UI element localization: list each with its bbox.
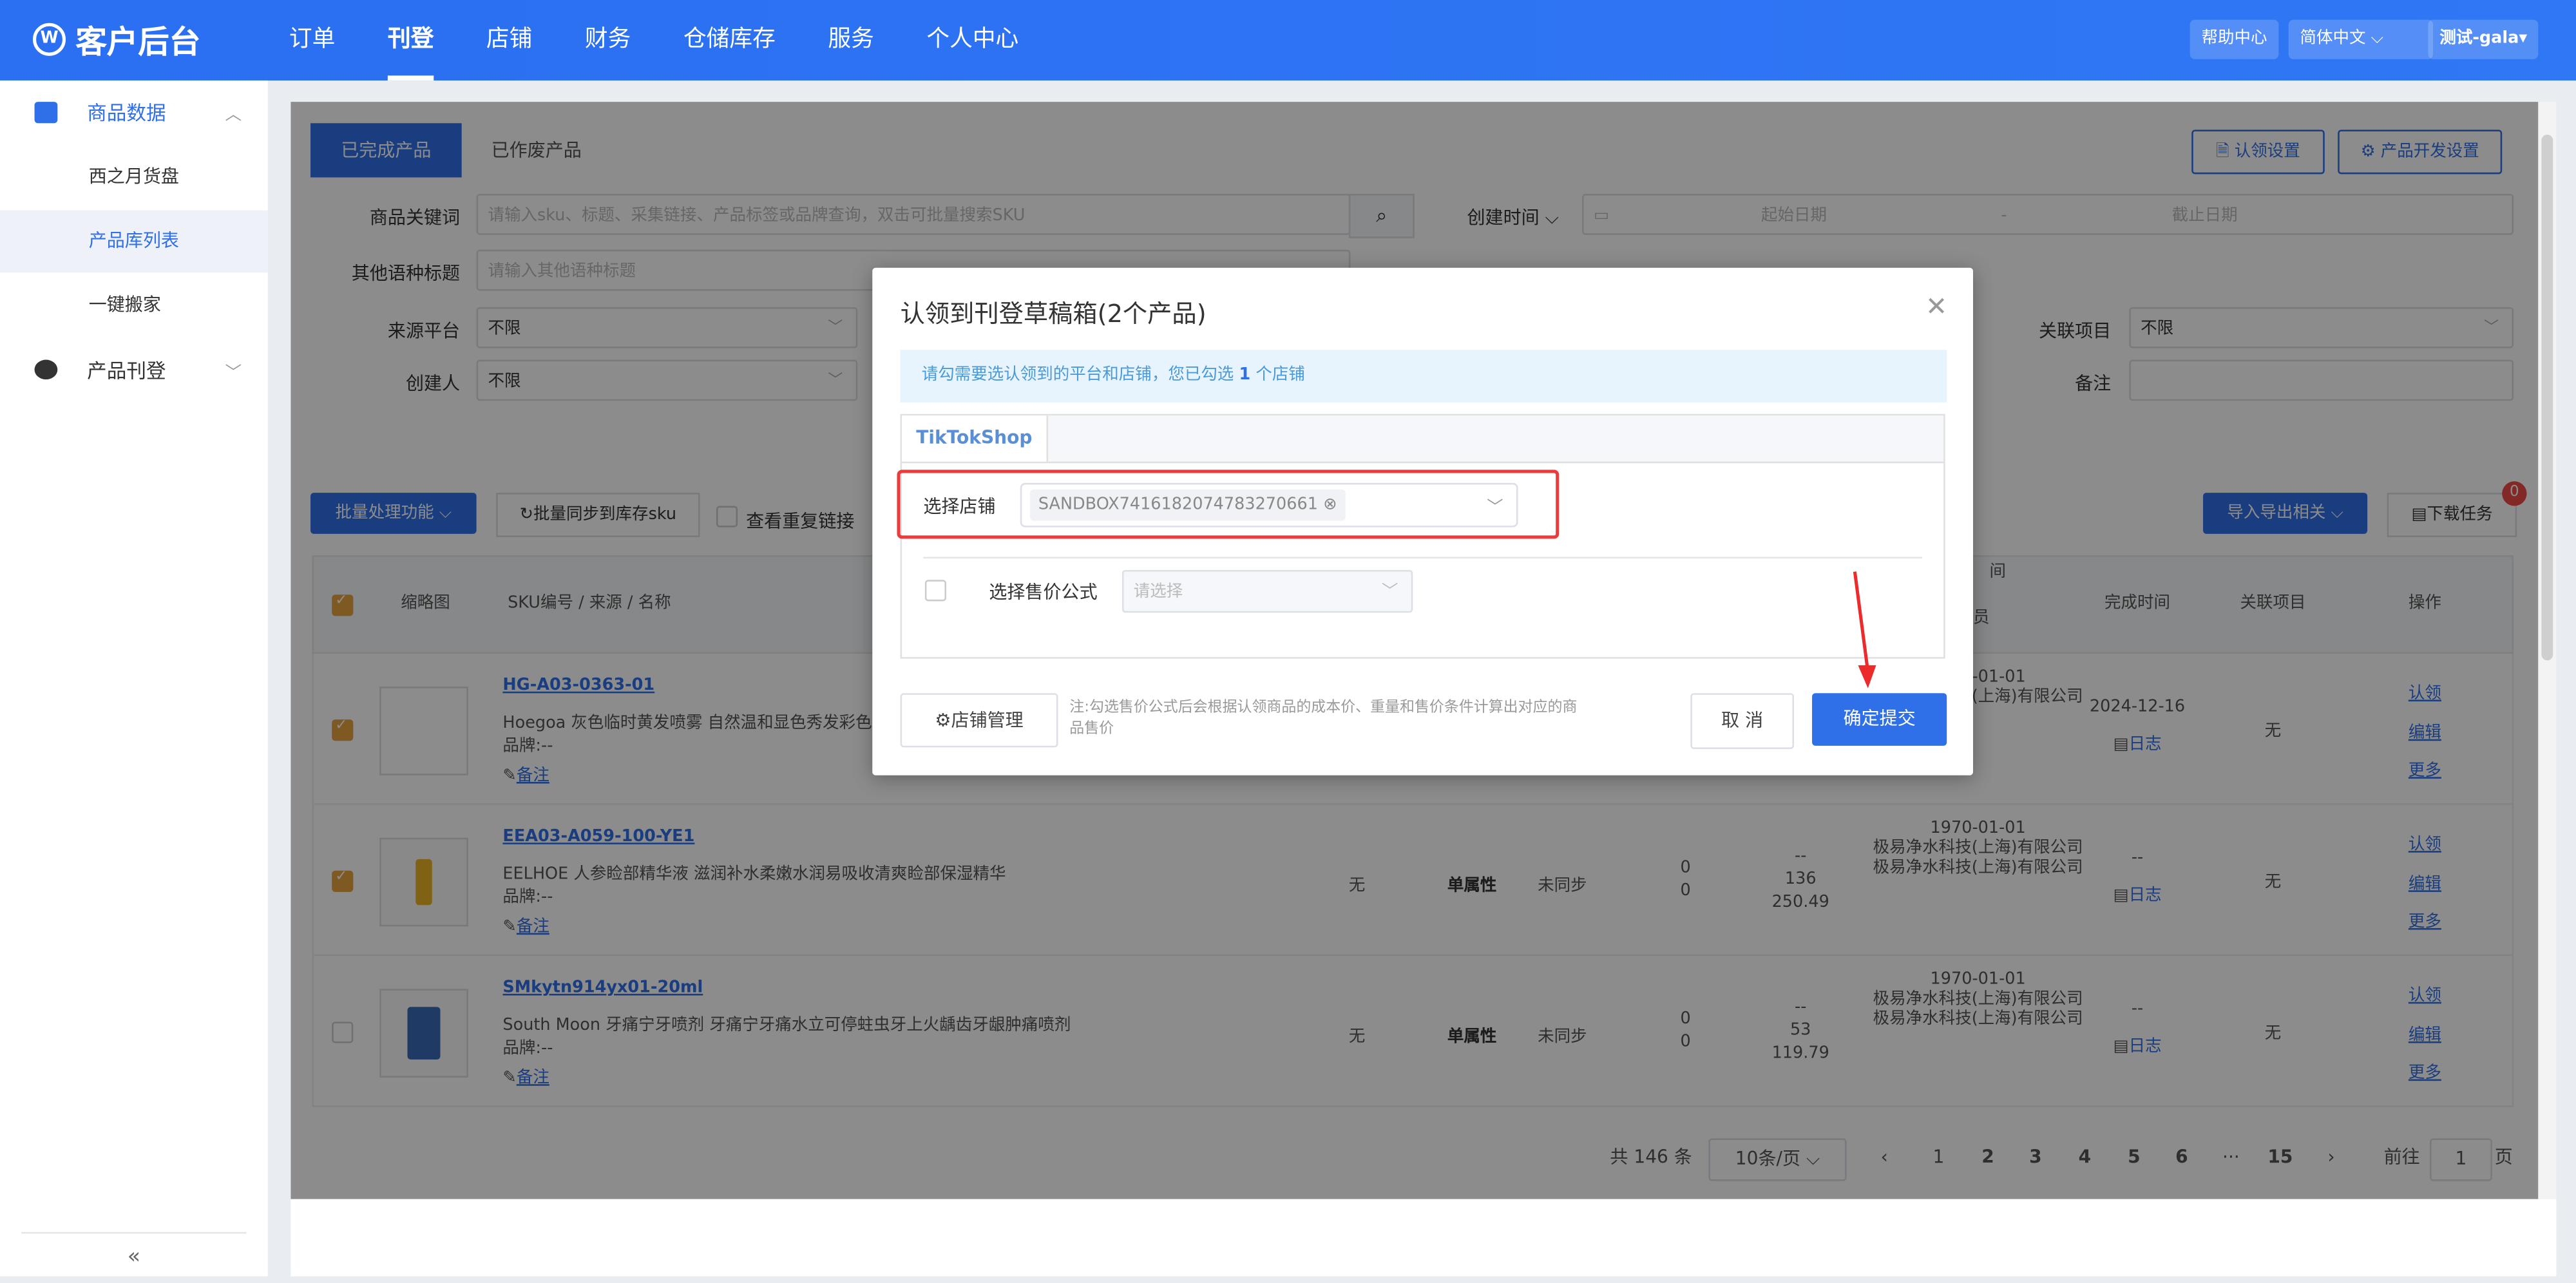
nav-profile[interactable]: 个人中心 bbox=[901, 0, 1045, 81]
language-select[interactable]: 简体中文 ⌵ bbox=[2288, 19, 2434, 59]
nav-orders[interactable]: 订单 bbox=[263, 0, 361, 81]
nav-warehouse[interactable]: 仓储库存 bbox=[657, 0, 801, 81]
close-icon[interactable]: ✕ bbox=[1925, 290, 1947, 321]
chevron-up-icon: ︿ bbox=[225, 106, 242, 124]
cancel-button[interactable]: 取 消 bbox=[1690, 693, 1795, 749]
sidebar-group-label: 商品数据 bbox=[87, 100, 166, 124]
dialog-title: 认领到刊登草稿箱(2个产品) bbox=[900, 299, 1207, 329]
tip-text-1: 请勾需要选认领到的平台和店铺，您已勾选 bbox=[921, 366, 1234, 385]
platform-tabbar bbox=[902, 415, 1944, 464]
panel-divider bbox=[923, 556, 1922, 559]
tag-close-icon[interactable]: ⊗ bbox=[1323, 496, 1337, 514]
claim-dialog: 认领到刊登草稿箱(2个产品) ✕ 请勾需要选认领到的平台和店铺，您已勾选 1 个… bbox=[872, 267, 1974, 775]
chevron-down-icon: ﹀ bbox=[1381, 583, 1398, 602]
chevron-down-icon: ﹀ bbox=[225, 363, 242, 382]
sidebar-group-product-listing[interactable]: 产品刊登 ﹀ bbox=[0, 338, 268, 401]
sidebar-item-one-click-move[interactable]: 一键搬家 bbox=[0, 274, 268, 337]
tab-tiktokshop[interactable]: TikTokShop bbox=[902, 415, 1049, 462]
chart-icon bbox=[34, 100, 58, 123]
language-value: 简体中文 bbox=[2300, 29, 2366, 48]
formula-checkbox[interactable] bbox=[924, 580, 947, 602]
user-name: 测试-gala bbox=[2439, 29, 2519, 48]
scrollbar-thumb[interactable] bbox=[2541, 135, 2553, 661]
graduation-cap-icon bbox=[34, 359, 58, 380]
help-center-button[interactable]: 帮助中心 bbox=[2190, 19, 2279, 59]
gear-icon: ⚙ bbox=[935, 709, 951, 731]
sidebar-item-product-library[interactable]: 产品库列表 bbox=[0, 210, 268, 273]
shop-manage-button[interactable]: ⚙店铺管理 bbox=[900, 693, 1058, 748]
nav-service[interactable]: 服务 bbox=[802, 0, 901, 81]
tip-text-2: 个店铺 bbox=[1255, 366, 1305, 385]
nav-stores[interactable]: 店铺 bbox=[460, 0, 558, 81]
dialog-tip: 请勾需要选认领到的平台和店铺，您已勾选 1 个店铺 bbox=[900, 350, 1947, 403]
top-nav-bar: W 客户后台 订单 刊登 店铺 财务 仓储库存 服务 个人中心 帮助中心 简体中… bbox=[0, 0, 2576, 81]
shop-manage-label: 店铺管理 bbox=[951, 709, 1024, 731]
formula-placeholder: 请选择 bbox=[1133, 583, 1183, 602]
sidebar-group-product-data[interactable]: 商品数据 ︿ bbox=[0, 81, 268, 143]
platform-panel: TikTokShop 选择店铺 SANDBOX74161820747832706… bbox=[897, 413, 1945, 659]
chevron-down-icon: ⌵ bbox=[2371, 29, 2384, 48]
sidebar-group-label: 产品刊登 bbox=[87, 359, 166, 382]
caret-down-icon: ▾ bbox=[2519, 29, 2528, 48]
confirm-submit-button[interactable]: 确定提交 bbox=[1812, 693, 1947, 746]
sidebar: 商品数据 ︿ 西之月货盘 产品库列表 一键搬家 产品刊登 ﹀ « bbox=[0, 80, 268, 1278]
collapse-sidebar-button[interactable]: « bbox=[21, 1231, 247, 1278]
logo-text: 客户后台 bbox=[75, 23, 201, 61]
formula-select[interactable]: 请选择 ﹀ bbox=[1121, 569, 1413, 613]
logo[interactable]: W 客户后台 bbox=[33, 18, 200, 61]
sidebar-item-xizhiyue[interactable]: 西之月货盘 bbox=[0, 146, 268, 209]
red-arrow-annotation bbox=[1853, 571, 1876, 689]
store-tag: SANDBOX7416182074783270661 ⊗ bbox=[1030, 489, 1346, 521]
page-footer bbox=[291, 1199, 2557, 1277]
page-scrollbar[interactable] bbox=[2538, 102, 2557, 1199]
store-label: 选择店铺 bbox=[923, 496, 996, 518]
chevron-down-icon: ﹀ bbox=[1487, 499, 1503, 518]
main-nav: 订单 刊登 店铺 财务 仓储库存 服务 个人中心 bbox=[263, 0, 1045, 81]
formula-label: 选择售价公式 bbox=[989, 581, 1098, 603]
store-tag-text: SANDBOX7416182074783270661 bbox=[1038, 496, 1318, 515]
nav-finance[interactable]: 财务 bbox=[558, 0, 657, 81]
nav-listing[interactable]: 刊登 bbox=[361, 0, 460, 81]
dialog-note: 注:勾选售价公式后会根据认领商品的成本价、重量和售价条件计算出对应的商品售价 bbox=[1069, 699, 1578, 738]
logo-mark-icon: W bbox=[33, 23, 66, 56]
tip-count: 1 bbox=[1239, 366, 1251, 385]
store-select[interactable]: SANDBOX7416182074783270661 ⊗ ﹀ bbox=[1020, 482, 1518, 527]
user-menu[interactable]: 测试-gala▾ bbox=[2428, 19, 2539, 59]
